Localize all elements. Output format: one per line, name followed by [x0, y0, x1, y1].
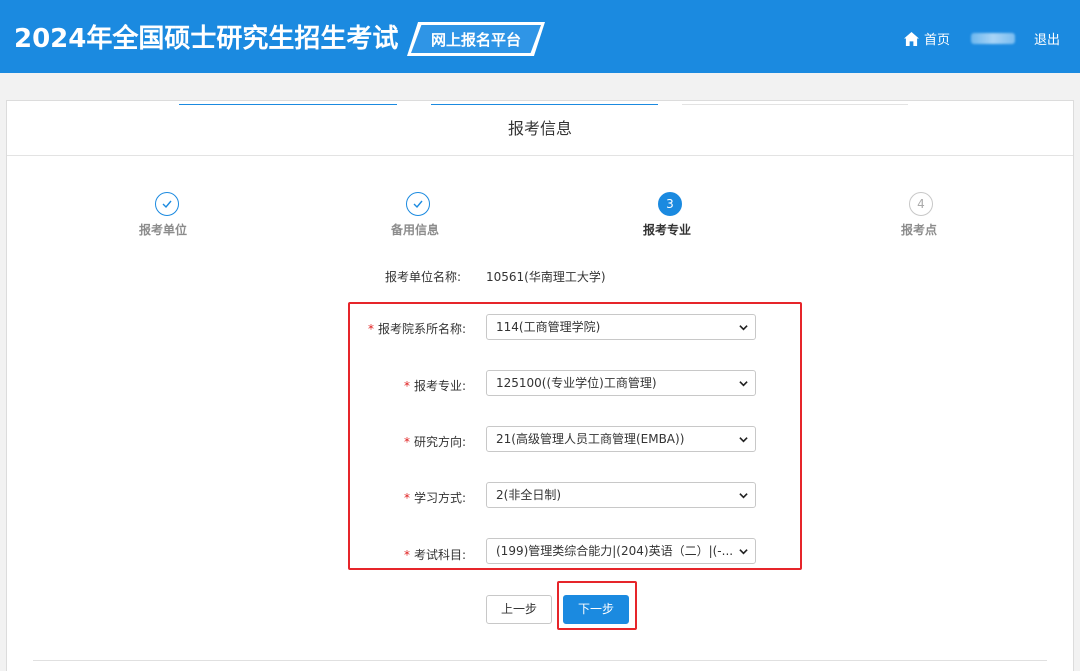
major-select-value: 125100((专业学位)工商管理)	[496, 376, 657, 390]
unit-name-value: 10561(华南理工大学)	[486, 270, 606, 284]
study-mode-label: * 学习方式:	[403, 491, 466, 505]
major-label: * 报考专业:	[403, 379, 466, 393]
home-link[interactable]: 首页	[904, 29, 950, 48]
step-4-label: 报考点	[901, 223, 938, 237]
research-direction-select-value: 21(高级管理人员工商管理(EMBA))	[496, 432, 685, 446]
step-connector	[431, 104, 658, 105]
chevron-down-icon	[739, 549, 748, 555]
research-direction-label: * 研究方向:	[403, 435, 466, 449]
step-3-marker: 3	[658, 192, 682, 216]
step-2-label: 备用信息	[391, 223, 440, 237]
unit-name-label: 报考单位名称:	[385, 270, 462, 284]
study-mode-select-value: 2(非全日制)	[496, 488, 561, 502]
department-label: * 报考院系所名称:	[367, 322, 466, 336]
required-mark: *	[403, 435, 410, 449]
required-mark: *	[403, 548, 410, 562]
home-link-label: 首页	[924, 33, 951, 48]
chevron-down-icon	[739, 325, 748, 331]
prev-step-button[interactable]: 上一步	[486, 595, 552, 624]
check-icon	[162, 200, 172, 209]
app-title: 2024年全国硕士研究生招生考试	[14, 24, 399, 54]
research-direction-select[interactable]: 21(高级管理人员工商管理(EMBA))	[486, 426, 756, 452]
chevron-down-icon	[739, 437, 748, 443]
section-title: 报考信息	[7, 101, 1073, 156]
logout-link[interactable]: 退出	[1034, 29, 1060, 48]
step-3-label: 报考专业	[643, 223, 692, 237]
exam-subjects-select[interactable]: (199)管理类综合能力|(204)英语（二）|(-...	[486, 538, 756, 564]
check-icon	[413, 200, 423, 209]
required-mark: *	[403, 379, 410, 393]
major-select[interactable]: 125100((专业学位)工商管理)	[486, 370, 756, 396]
study-mode-select[interactable]: 2(非全日制)	[486, 482, 756, 508]
department-select-value: 114(工商管理学院)	[496, 320, 601, 334]
step-connector	[179, 104, 397, 105]
home-icon	[904, 31, 919, 46]
step-connector	[682, 104, 908, 105]
step-1-label: 报考单位	[139, 223, 188, 237]
chevron-down-icon	[739, 381, 748, 387]
step-2-check-icon	[406, 192, 430, 216]
required-mark: *	[367, 322, 374, 336]
platform-badge: 网上报名平台	[407, 22, 545, 56]
top-header: 2024年全国硕士研究生招生考试 网上报名平台 首页 退出	[0, 0, 1080, 73]
platform-badge-label: 网上报名平台	[430, 31, 521, 49]
step-4-marker: 4	[909, 192, 933, 216]
step-1-check-icon	[155, 192, 179, 216]
exam-subjects-label: * 考试科目:	[403, 548, 466, 562]
user-name-blurred	[971, 33, 1015, 44]
exam-subjects-select-value: (199)管理类综合能力|(204)英语（二）|(-...	[496, 544, 734, 558]
chevron-down-icon	[739, 493, 748, 499]
next-step-button[interactable]: 下一步	[563, 595, 629, 624]
divider	[33, 660, 1047, 661]
department-select[interactable]: 114(工商管理学院)	[486, 314, 756, 340]
required-mark: *	[403, 491, 410, 505]
